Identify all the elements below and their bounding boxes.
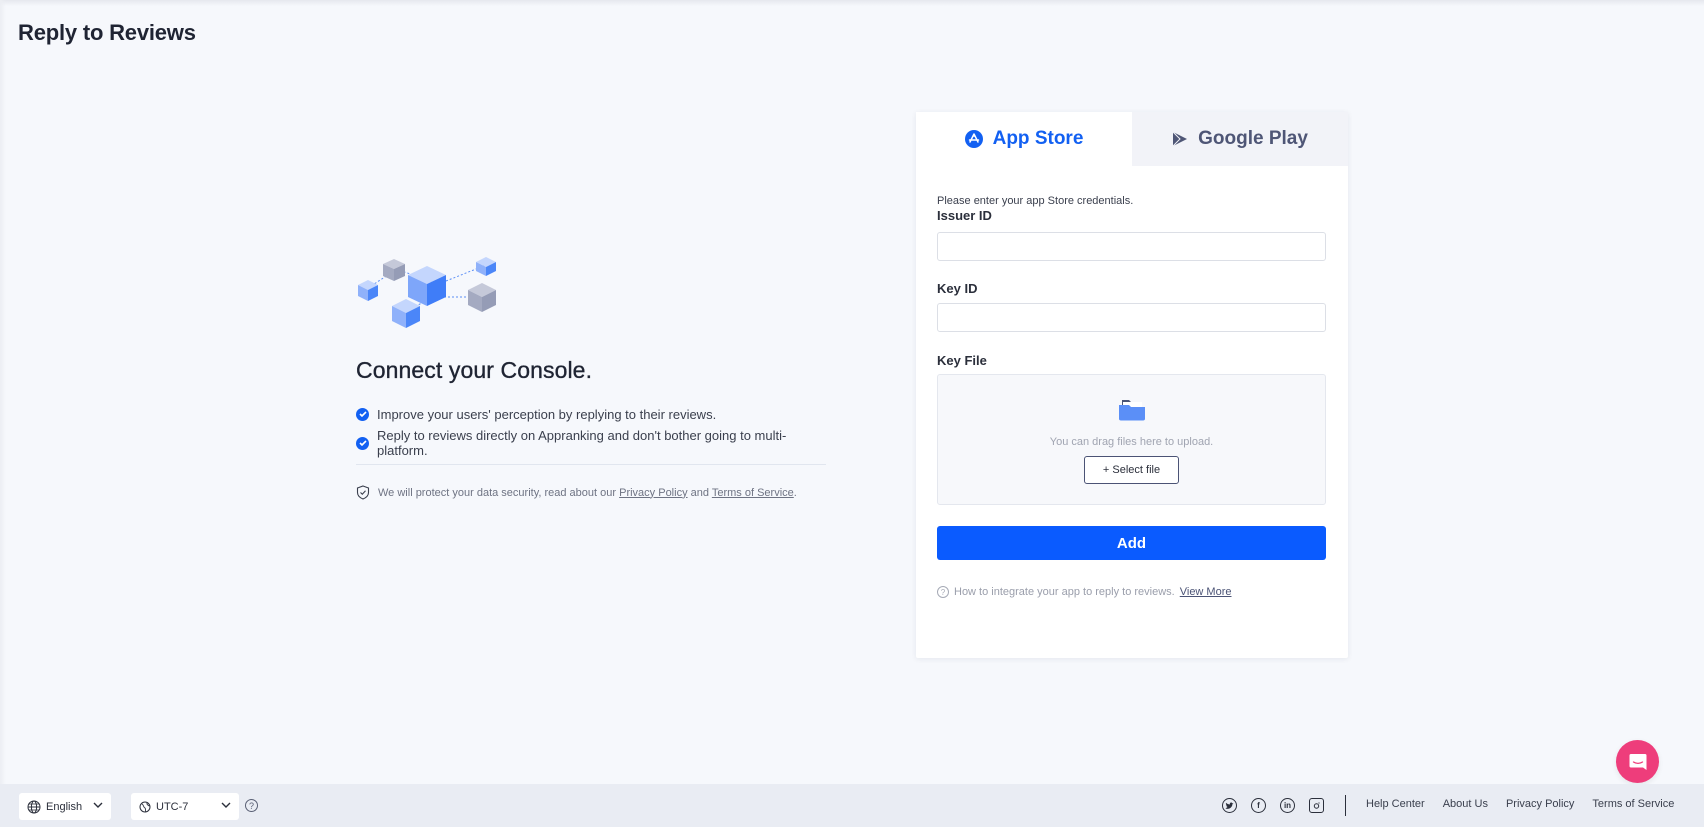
footer-link-about-us[interactable]: About Us — [1443, 798, 1488, 810]
language-value: English — [46, 800, 83, 813]
key-file-dropzone[interactable]: You can drag files here to upload. + Sel… — [937, 374, 1326, 505]
help-text: How to integrate your app to reply to re… — [954, 586, 1175, 598]
intro-section: Connect your Console. Improve your users… — [356, 255, 826, 500]
left-shadow — [0, 0, 6, 784]
integration-help: ? How to integrate your app to reply to … — [937, 586, 1327, 598]
check-circle-icon — [356, 407, 369, 421]
issuer-id-input[interactable] — [937, 232, 1326, 261]
tab-label: App Store — [992, 128, 1084, 149]
timezone-help-icon[interactable]: ? — [245, 799, 258, 812]
benefit-list: Improve your users' perception by replyi… — [356, 406, 826, 458]
benefit-item: Improve your users' perception by replyi… — [356, 406, 826, 422]
intro-heading: Connect your Console. — [356, 357, 593, 383]
timezone-value: UTC-7 — [156, 800, 189, 813]
cube-bottom — [392, 299, 420, 328]
drop-hint: You can drag files here to upload. — [1049, 436, 1214, 448]
key-id-input[interactable] — [937, 303, 1326, 332]
linkedin-icon[interactable]: in — [1280, 798, 1295, 813]
instructions-text: Please enter your app Store credentials. — [937, 195, 1134, 207]
folder-icon — [1118, 400, 1145, 421]
divider — [356, 464, 826, 465]
language-select[interactable]: English — [19, 793, 111, 820]
select-file-button[interactable]: + Select file — [1084, 456, 1179, 484]
globe-icon — [27, 800, 41, 813]
timezone-globe-icon — [139, 801, 151, 812]
benefit-text: Improve your users' perception by replyi… — [377, 406, 717, 422]
tab-app-store[interactable]: App Store — [916, 112, 1132, 166]
security-and: and — [687, 486, 712, 499]
social-links: f in — [1222, 798, 1324, 813]
terms-of-service-link[interactable]: Terms of Service — [712, 487, 794, 499]
timezone-select[interactable]: UTC-7 — [131, 793, 239, 820]
instagram-icon[interactable] — [1309, 798, 1324, 813]
chat-launcher-button[interactable] — [1616, 740, 1659, 783]
google-play-icon — [1172, 131, 1188, 147]
security-notice: We will protect your data security, read… — [356, 485, 826, 500]
benefit-text: Reply to reviews directly on Appranking … — [377, 428, 787, 458]
footer-links: Help Center About Us Privacy Policy Term… — [1366, 798, 1674, 810]
security-text: We will protect your data security, read… — [378, 486, 620, 499]
tab-google-play[interactable]: Google Play — [1132, 112, 1348, 166]
card-body: Please enter your app Store credentials.… — [916, 195, 1348, 598]
chevron-down-icon — [221, 802, 231, 808]
credentials-card: App Store Google Play Please enter your … — [916, 112, 1348, 658]
cube-gray-small — [383, 259, 405, 281]
twitter-icon[interactable] — [1222, 798, 1237, 813]
security-suffix: . — [793, 486, 797, 499]
top-shadow — [0, 0, 1704, 6]
view-more-link[interactable]: View More — [1180, 586, 1232, 598]
check-circle-icon — [356, 436, 369, 450]
chevron-down-icon — [93, 802, 103, 808]
cube-center — [408, 266, 446, 306]
footer-link-privacy-policy[interactable]: Privacy Policy — [1506, 798, 1574, 810]
key-id-label: Key ID — [937, 281, 978, 296]
platform-tabs: App Store Google Play — [916, 112, 1348, 166]
footer: English UTC-7 ? f in Help Center About U… — [0, 784, 1704, 827]
footer-link-terms-of-service[interactable]: Terms of Service — [1592, 798, 1674, 810]
cube-gray-large — [468, 283, 496, 312]
add-button[interactable]: Add — [937, 526, 1326, 560]
question-circle-icon: ? — [937, 586, 949, 598]
page-title: Reply to Reviews — [18, 20, 196, 45]
facebook-icon[interactable]: f — [1251, 798, 1266, 813]
app-store-icon — [964, 130, 983, 148]
shield-check-icon — [356, 485, 370, 500]
cube-right-small — [476, 257, 496, 276]
chat-icon — [1629, 753, 1646, 770]
privacy-policy-link[interactable]: Privacy Policy — [619, 487, 687, 499]
footer-separator — [1345, 795, 1346, 816]
tab-label: Google Play — [1198, 128, 1308, 149]
key-file-label: Key File — [937, 353, 987, 368]
issuer-id-label: Issuer ID — [937, 208, 992, 223]
network-cubes-illustration — [358, 257, 496, 328]
benefit-item: Reply to reviews directly on Appranking … — [356, 428, 826, 458]
footer-link-help-center[interactable]: Help Center — [1366, 798, 1425, 810]
